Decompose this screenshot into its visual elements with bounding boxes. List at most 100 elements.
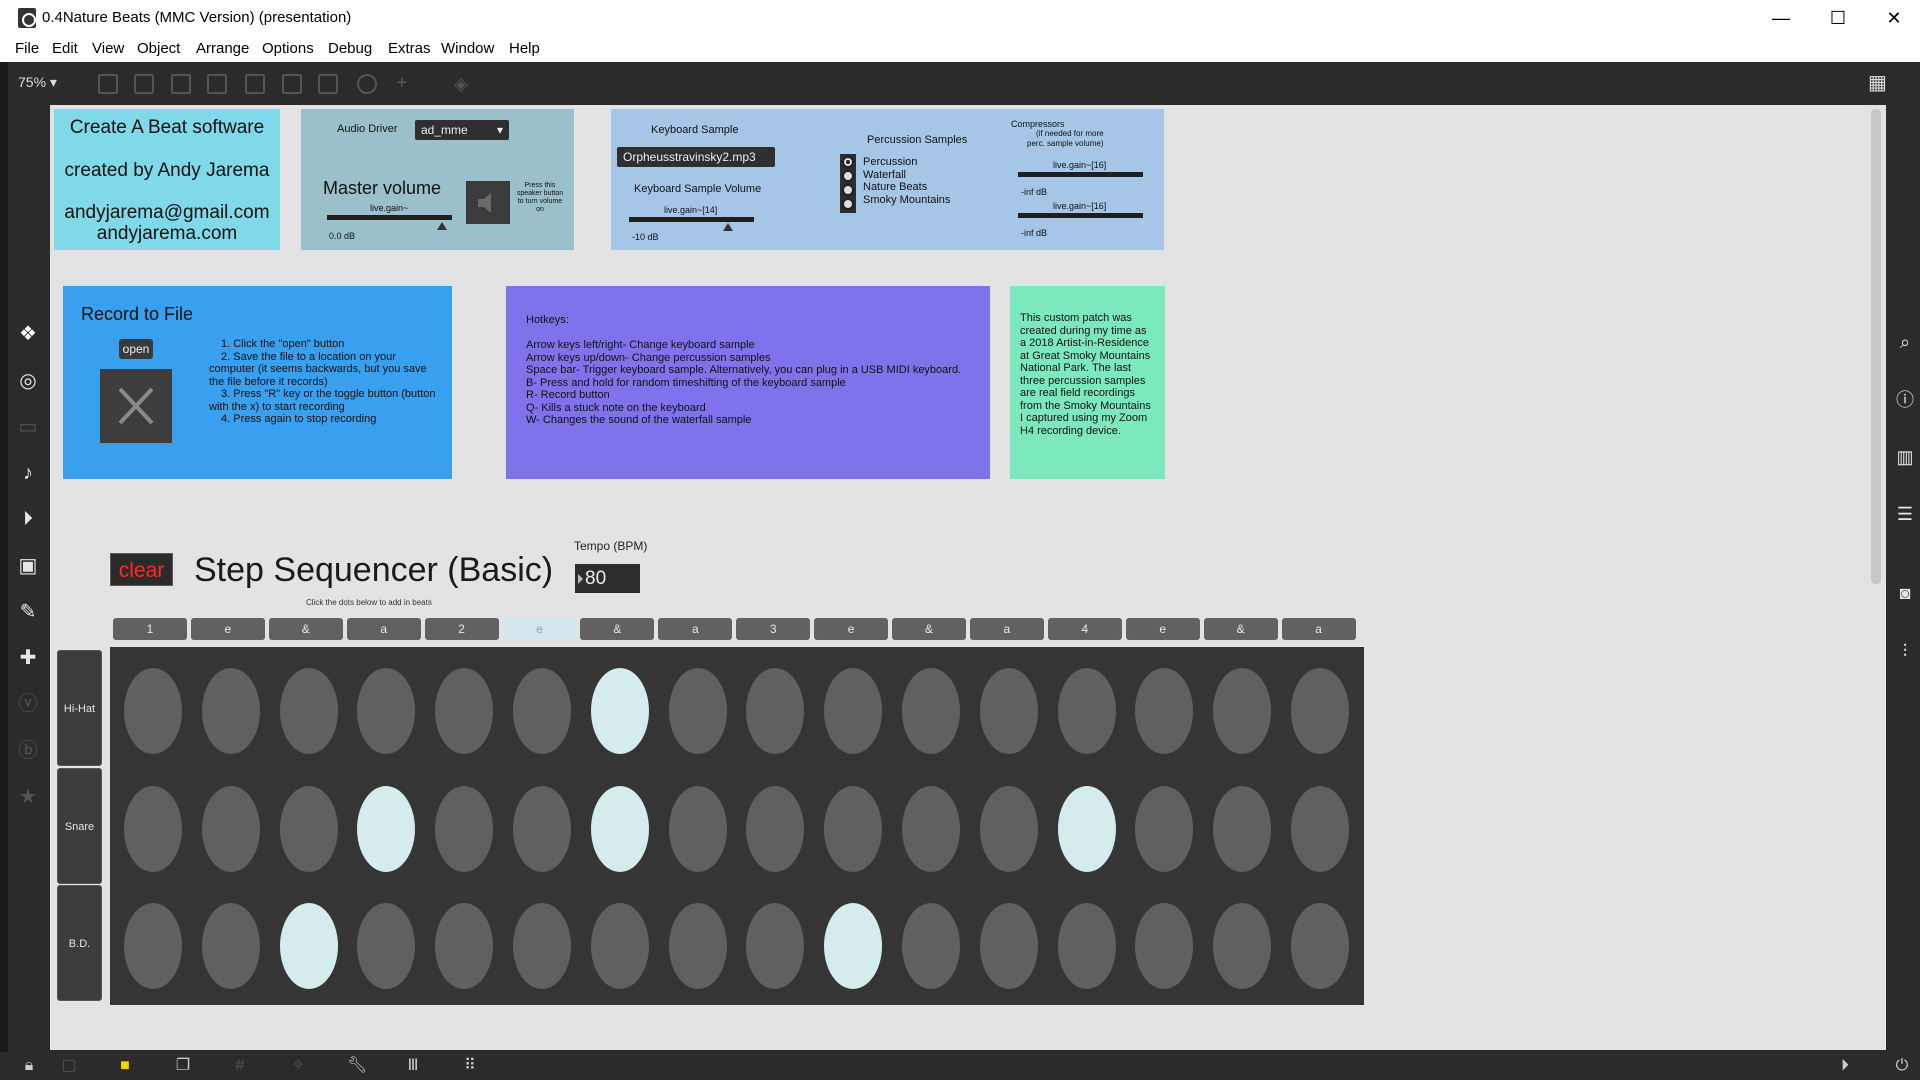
step-toggle[interactable] bbox=[357, 668, 416, 754]
master-volume-slider[interactable] bbox=[327, 215, 452, 220]
menu-window[interactable]: Window bbox=[441, 40, 494, 57]
step-toggle[interactable] bbox=[435, 668, 494, 754]
maximize-button[interactable]: ☐ bbox=[1810, 0, 1866, 36]
power-icon[interactable]: ⏻ bbox=[1893, 1057, 1911, 1075]
step-toggle[interactable] bbox=[746, 903, 805, 989]
menu-debug[interactable]: Debug bbox=[328, 40, 372, 57]
menu-options[interactable]: Options bbox=[262, 40, 314, 57]
audio-driver-dropdown[interactable]: ad_mme ▾ bbox=[415, 120, 509, 140]
step-toggle[interactable] bbox=[1213, 903, 1272, 989]
list-icon[interactable]: ☰ bbox=[1894, 503, 1916, 525]
step-toggle[interactable] bbox=[1213, 668, 1272, 754]
step-toggle[interactable] bbox=[357, 903, 416, 989]
master-volume-thumb[interactable] bbox=[437, 222, 447, 230]
step-toggle[interactable] bbox=[1213, 786, 1272, 872]
book-icon[interactable]: ▥ bbox=[1894, 446, 1916, 468]
step-toggle[interactable] bbox=[1291, 786, 1349, 872]
step-toggle[interactable] bbox=[357, 786, 416, 872]
step-toggle[interactable] bbox=[279, 786, 338, 872]
step-toggle[interactable] bbox=[513, 903, 571, 989]
step-toggle[interactable] bbox=[513, 786, 571, 872]
zoom-select[interactable]: 75% ▾ bbox=[18, 74, 57, 91]
step-toggle[interactable] bbox=[979, 903, 1038, 989]
step-toggle[interactable] bbox=[279, 668, 338, 754]
step-toggle[interactable] bbox=[979, 786, 1038, 872]
compressor1-slider[interactable] bbox=[1018, 172, 1143, 177]
step-toggle[interactable] bbox=[824, 903, 883, 989]
step-toggle[interactable] bbox=[201, 668, 260, 754]
step-toggle[interactable] bbox=[902, 786, 960, 872]
step-toggle[interactable] bbox=[124, 668, 182, 754]
step-toggle[interactable] bbox=[435, 786, 494, 872]
record-toggle[interactable] bbox=[100, 369, 172, 443]
step-toggle[interactable] bbox=[668, 903, 727, 989]
step-toggle[interactable] bbox=[1057, 786, 1116, 872]
tempo-number-box[interactable]: 80 bbox=[575, 564, 640, 593]
menu-view[interactable]: View bbox=[92, 40, 124, 57]
add-icon[interactable]: + bbox=[396, 73, 416, 94]
step-toggle[interactable] bbox=[668, 668, 727, 754]
info-icon[interactable]: ⓘ bbox=[1894, 389, 1916, 411]
vertical-scrollbar[interactable] bbox=[1871, 109, 1881, 584]
menu-extras[interactable]: Extras bbox=[388, 40, 431, 57]
percussion-radio-0[interactable] bbox=[842, 156, 854, 168]
media-icon[interactable]: ⏵ bbox=[16, 507, 40, 531]
step-toggle[interactable] bbox=[902, 903, 960, 989]
step-toggle[interactable] bbox=[124, 786, 182, 872]
step-toggle[interactable] bbox=[668, 786, 727, 872]
menu-file[interactable]: File bbox=[15, 40, 39, 57]
presentation-icon[interactable]: ▢ bbox=[60, 1057, 78, 1075]
step-toggle[interactable] bbox=[1135, 668, 1194, 754]
step-toggle[interactable] bbox=[124, 903, 182, 989]
open-button[interactable]: open bbox=[119, 339, 153, 359]
mixer-icon[interactable]: ⫶ bbox=[1894, 640, 1916, 662]
row-label-snare[interactable]: Snare bbox=[57, 768, 102, 884]
keyboard-icon[interactable]: ⠿ bbox=[461, 1057, 479, 1075]
step-toggle[interactable] bbox=[435, 903, 494, 989]
paperclip-icon[interactable]: ✎ bbox=[16, 600, 40, 624]
window-icon[interactable]: ▭ bbox=[16, 415, 40, 439]
toggle-icon[interactable] bbox=[207, 74, 227, 94]
lock-icon[interactable]: 🔒︎ bbox=[20, 1057, 38, 1075]
dial-icon[interactable] bbox=[357, 74, 377, 94]
minimize-button[interactable]: — bbox=[1753, 0, 1809, 36]
camera-icon[interactable]: ◙ bbox=[1894, 582, 1916, 604]
percussion-radio-3[interactable] bbox=[842, 198, 854, 210]
wrench-icon[interactable]: 🔧︎ bbox=[347, 1057, 367, 1075]
grid-view-icon[interactable]: ▦ bbox=[1868, 73, 1888, 94]
play-icon[interactable] bbox=[282, 74, 302, 94]
speaker-button[interactable] bbox=[466, 181, 510, 224]
percussion-radio-group[interactable] bbox=[840, 154, 856, 213]
row-label-hihat[interactable]: Hi-Hat bbox=[57, 650, 102, 766]
step-toggle[interactable] bbox=[1135, 786, 1194, 872]
clear-button[interactable]: clear bbox=[110, 553, 173, 586]
v-icon[interactable]: ⓥ bbox=[16, 692, 40, 716]
search-icon[interactable]: ⌕ bbox=[1894, 331, 1916, 353]
step-toggle[interactable] bbox=[590, 786, 649, 872]
target-icon[interactable]: ◎ bbox=[16, 369, 40, 393]
image-icon[interactable]: ▣ bbox=[16, 554, 40, 578]
step-toggle[interactable] bbox=[979, 668, 1038, 754]
step-toggle[interactable] bbox=[746, 786, 805, 872]
step-toggle[interactable] bbox=[1135, 903, 1194, 989]
snap-icon[interactable]: ✧ bbox=[289, 1057, 307, 1075]
menu-arrange[interactable]: Arrange bbox=[196, 40, 249, 57]
step-toggle[interactable] bbox=[1291, 903, 1349, 989]
step-toggle[interactable] bbox=[590, 668, 649, 754]
keyboard-sample-dropdown[interactable]: Orpheusstravinsky2.mp3 bbox=[617, 147, 775, 167]
menu-object[interactable]: Object bbox=[137, 40, 180, 57]
music-note-icon[interactable]: ♪ bbox=[16, 461, 40, 485]
close-button[interactable]: ✕ bbox=[1866, 0, 1920, 36]
keyboard-volume-slider[interactable] bbox=[629, 217, 754, 222]
grid-icon[interactable]: # bbox=[231, 1057, 249, 1075]
step-toggle[interactable] bbox=[1057, 668, 1116, 754]
percussion-radio-2[interactable] bbox=[842, 184, 854, 196]
step-toggle[interactable] bbox=[824, 786, 883, 872]
star-icon[interactable]: ★ bbox=[16, 785, 40, 809]
step-toggle[interactable] bbox=[902, 668, 960, 754]
step-toggle[interactable] bbox=[201, 903, 260, 989]
step-toggle[interactable] bbox=[513, 668, 571, 754]
compressor2-slider[interactable] bbox=[1018, 213, 1143, 218]
menu-help[interactable]: Help bbox=[509, 40, 540, 57]
layers-icon[interactable]: ❐ bbox=[174, 1057, 192, 1075]
